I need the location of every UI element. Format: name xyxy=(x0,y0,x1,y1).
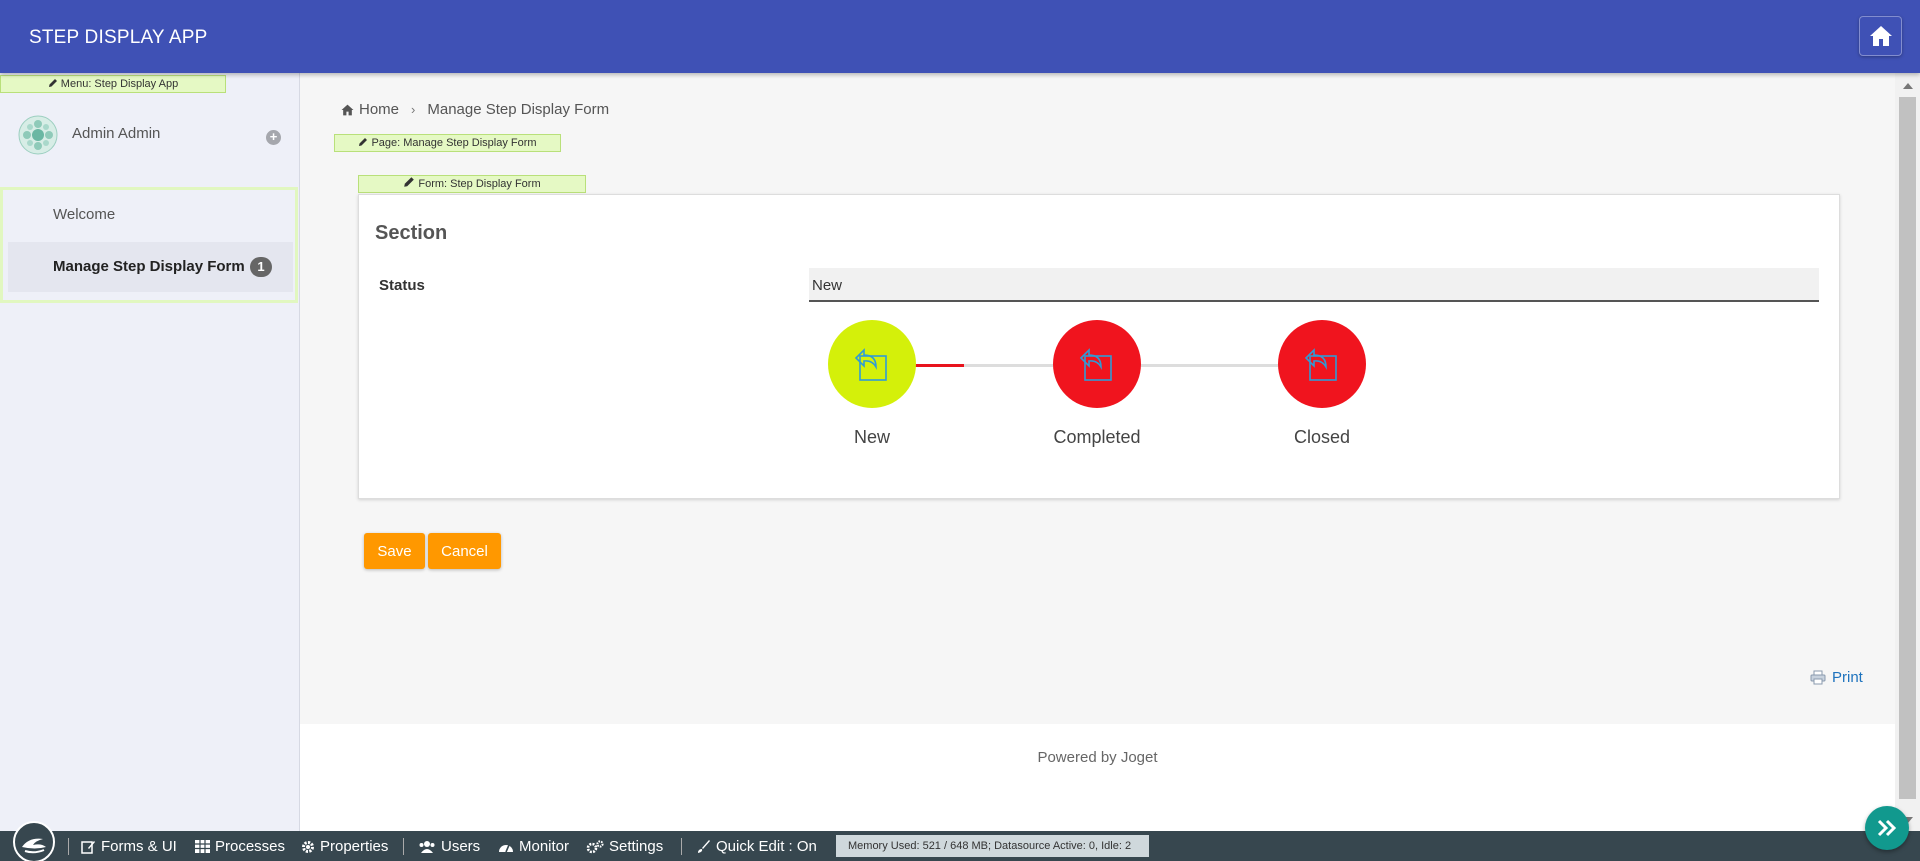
expand-admin-button[interactable] xyxy=(1865,806,1909,850)
table-icon xyxy=(195,840,210,853)
vertical-scrollbar[interactable] xyxy=(1895,73,1920,831)
home-icon xyxy=(1869,26,1892,46)
quick-edit-toggle[interactable]: Quick Edit : On xyxy=(697,838,817,855)
admin-forms-ui[interactable]: Forms & UI xyxy=(81,838,177,855)
separator xyxy=(403,838,404,855)
menu-quick-edit-text: Menu: Step Display App xyxy=(60,78,179,90)
printer-icon xyxy=(1810,670,1826,685)
step-closed-label: Closed xyxy=(1293,427,1351,447)
step-reply-icon xyxy=(1079,348,1112,381)
gear-icon xyxy=(302,840,314,853)
count-badge: 1 xyxy=(250,257,272,277)
quick-edit-label: Quick Edit : On xyxy=(716,838,817,855)
step-new-label: New xyxy=(853,427,890,447)
user-profile: Admin Admin + xyxy=(0,113,300,173)
print-link[interactable]: Print xyxy=(1810,669,1863,686)
admin-monitor[interactable]: Monitor xyxy=(498,838,569,855)
admin-processes-label: Processes xyxy=(215,838,286,855)
app-header: STEP DISPLAY APP xyxy=(0,0,1920,73)
page-quick-edit-text: Page: Manage Step Display Form xyxy=(371,137,537,149)
breadcrumb-home-link[interactable]: Home xyxy=(359,101,399,118)
pencil-icon xyxy=(358,136,368,152)
memory-status: Memory Used: 521 / 648 MB; Datasource Ac… xyxy=(836,835,1149,857)
separator xyxy=(681,838,682,855)
avatar[interactable] xyxy=(18,115,58,155)
profile-expand-icon[interactable]: + xyxy=(266,130,281,145)
form-quick-edit-label[interactable]: Form: Step Display Form xyxy=(358,175,586,193)
breadcrumb: Home › Manage Step Display Form xyxy=(341,101,609,118)
sidebar: Menu: Step Display App Admin Admin + Wel… xyxy=(0,73,300,831)
admin-settings-label: Settings xyxy=(609,838,664,855)
joget-logo-icon[interactable] xyxy=(13,821,55,861)
sidebar-item-label: Manage Step Display Form xyxy=(53,258,245,275)
sidebar-item-manage-step-display-form[interactable]: Manage Step Display Form 1 xyxy=(8,242,293,292)
footer: Powered by Joget xyxy=(300,724,1895,831)
cancel-button[interactable]: Cancel xyxy=(428,533,501,569)
scrollbar-thumb[interactable] xyxy=(1899,97,1916,799)
powered-by-text: Powered by Joget xyxy=(1037,749,1158,766)
admin-users-label: Users xyxy=(441,838,481,855)
pencil-icon xyxy=(403,176,415,193)
pencil-icon xyxy=(48,77,58,93)
admin-bar: Forms & UI Processes Properties Users Mo… xyxy=(0,821,1920,861)
dashboard-icon xyxy=(499,844,513,852)
profile-name: Admin Admin xyxy=(72,125,161,142)
admin-processes[interactable]: Processes xyxy=(195,838,285,855)
gears-icon xyxy=(586,839,604,853)
save-button[interactable]: Save xyxy=(364,533,425,569)
admin-properties[interactable]: Properties xyxy=(301,838,388,855)
paint-brush-icon xyxy=(698,839,710,853)
menu-list: Welcome Manage Step Display Form 1 xyxy=(0,187,298,303)
edit-form-icon xyxy=(81,840,95,854)
chevron-right-icon: › xyxy=(411,102,416,117)
sidebar-item-label: Welcome xyxy=(53,206,116,223)
admin-settings[interactable]: Settings xyxy=(586,838,663,855)
double-chevron-right-icon xyxy=(1877,819,1897,837)
step-closed-circle xyxy=(1278,320,1366,408)
page-quick-edit-label[interactable]: Page: Manage Step Display Form xyxy=(334,134,561,152)
step-display: New Completed Closed xyxy=(359,195,1839,498)
admin-monitor-label: Monitor xyxy=(519,838,570,855)
sidebar-item-welcome[interactable]: Welcome xyxy=(8,190,293,240)
menu-quick-edit-label[interactable]: Menu: Step Display App xyxy=(0,75,226,93)
print-label: Print xyxy=(1832,669,1863,686)
breadcrumb-current: Manage Step Display Form xyxy=(427,101,610,118)
scroll-up-arrow-icon[interactable] xyxy=(1903,83,1913,89)
step-new-circle xyxy=(828,320,916,408)
step-reply-icon xyxy=(1304,348,1337,381)
admin-properties-label: Properties xyxy=(320,838,389,855)
form-quick-edit-text: Form: Step Display Form xyxy=(418,178,541,190)
form-panel: Section Status New New Completed Closed xyxy=(358,194,1840,499)
home-icon xyxy=(341,104,354,115)
step-completed-circle xyxy=(1053,320,1141,408)
app-title[interactable]: STEP DISPLAY APP xyxy=(29,27,208,49)
step-reply-icon xyxy=(854,348,887,381)
separator xyxy=(68,838,69,855)
step-completed-label: Completed xyxy=(1053,427,1141,447)
home-button[interactable] xyxy=(1859,16,1902,56)
admin-users[interactable]: Users xyxy=(418,838,480,855)
users-icon xyxy=(419,841,435,853)
admin-forms-ui-label: Forms & UI xyxy=(101,838,177,855)
